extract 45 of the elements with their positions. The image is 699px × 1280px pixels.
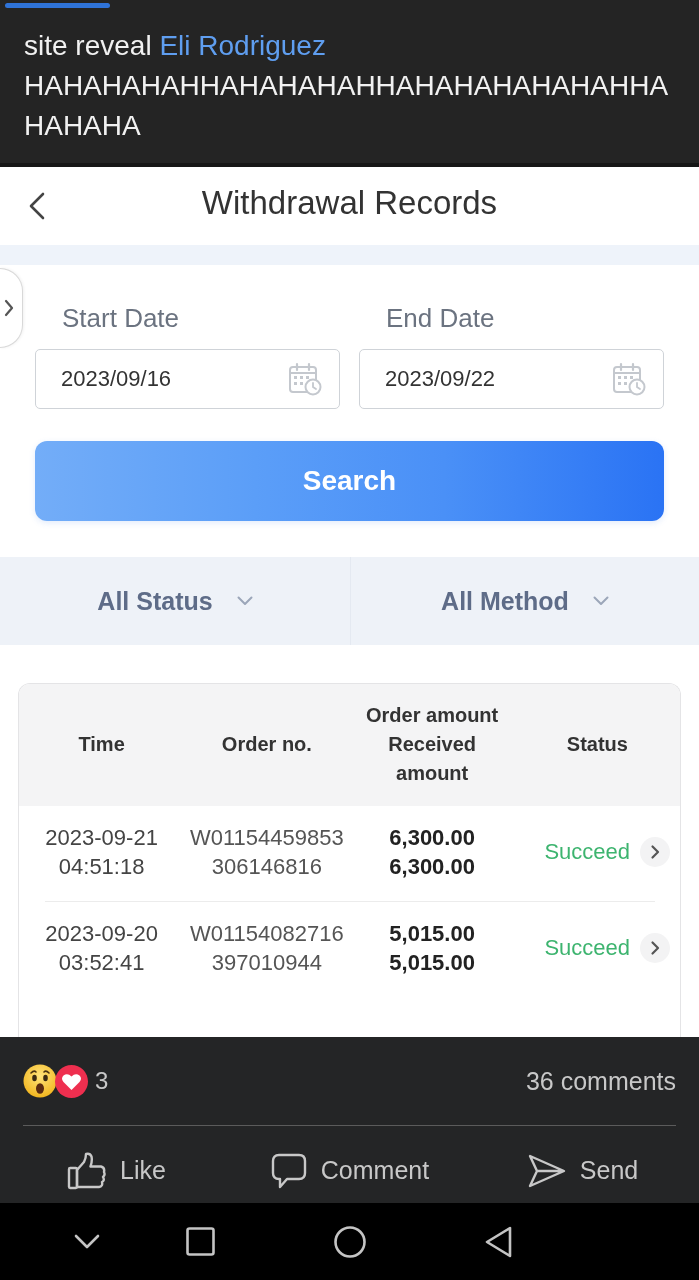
send-button[interactable]: Send [526,1152,639,1189]
time-cell-text: 2023-09-20 03:52:41 [44,920,159,977]
received-amount-text: 5,015.00 [389,949,475,977]
date-field[interactable]: 2023/09/22 [359,349,664,409]
field-label: End Date [386,303,495,333]
recent-apps-icon[interactable] [186,1227,215,1256]
thumbs-up-icon [67,1150,108,1191]
chevron-right-icon[interactable] [640,933,670,963]
heart-reaction-icon [54,1063,89,1099]
order-amount-text: 5,015.00 [389,920,475,948]
comments-count-link[interactable]: 36 comments [525,1066,676,1096]
filter-dropdown[interactable]: All Status [97,586,253,616]
calendar-icon [612,362,646,396]
date-field[interactable]: 2023/09/16 [35,349,340,409]
received-amount-text: 6,300.00 [389,853,475,881]
time-cell-text: 2023-09-21 04:51:18 [44,824,159,881]
field-label: Start Date [62,303,180,333]
home-icon[interactable] [334,1225,366,1258]
column-header: Order amount Received amount [365,703,500,786]
chevron-down-icon [236,596,253,606]
chevron-right-icon [4,299,14,317]
filter-dropdown[interactable]: All Method [441,586,609,616]
status-text: Succeed [544,935,630,961]
comment-button[interactable]: Comment [269,1151,430,1190]
column-header: Time [77,732,126,757]
chevron-down-icon [592,596,609,606]
calendar-icon [288,362,322,396]
order-number-cell-text: W01154082716397010944 [189,920,345,977]
chevron-down-icon[interactable] [74,1233,100,1250]
paper-plane-icon [526,1152,567,1189]
chevron-right-icon[interactable] [640,837,670,867]
status-text: Succeed [544,839,630,865]
like-button[interactable]: Like [67,1150,166,1191]
side-tab[interactable] [0,268,23,348]
mention-link[interactable]: Eli Rodriguez [159,30,326,61]
order-number-cell-text: W01154459853306146816 [189,824,345,881]
page-title: Withdrawal Records [200,184,499,222]
column-header: Status [565,732,629,757]
speech-bubble-icon [269,1151,308,1190]
reaction-count: 3 [95,1067,109,1095]
column-header: Order no. [220,732,313,757]
wow-emoji-icon [23,1064,57,1098]
order-amount-text: 6,300.00 [389,824,475,852]
back-icon[interactable] [28,192,46,220]
post-caption: site reveal Eli Rodriguez HAHAHAHAHHAHAHAHAHHAHAHAHAHAHAHHAHAHAHA [24,29,670,143]
